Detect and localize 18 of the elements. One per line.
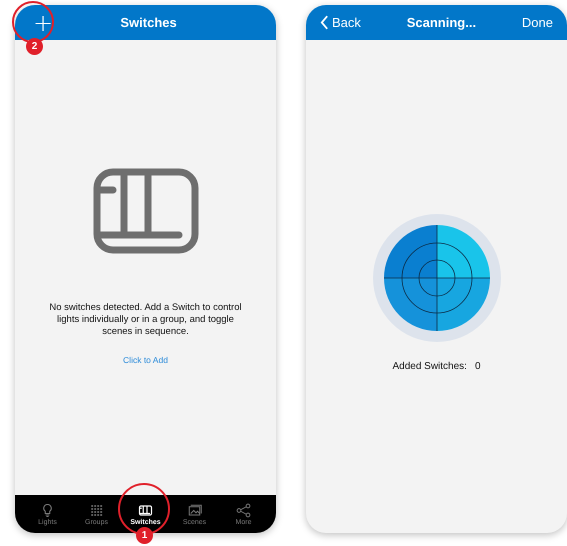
add-button[interactable]: + xyxy=(29,10,58,34)
step-badge: 2 xyxy=(26,38,43,55)
added-switches-count: 0 xyxy=(474,361,481,372)
step-badge: 1 xyxy=(136,527,153,544)
empty-message: No switches detected. Add a Switch to control lights individually or in a group, and toggle scenes in sequence. xyxy=(48,302,243,338)
switch-icon xyxy=(92,168,198,254)
click-to-add-link[interactable]: Click to Add xyxy=(123,355,168,365)
lightbulb-icon xyxy=(40,502,55,518)
share-icon xyxy=(236,502,251,518)
screen-title: Switches xyxy=(120,15,177,30)
switch-icon xyxy=(138,502,153,518)
screen-title: Scanning... xyxy=(406,15,476,30)
grid-icon xyxy=(89,502,104,518)
added-switches-label: Added Switches: xyxy=(392,361,467,372)
back-button[interactable]: Back xyxy=(320,15,361,30)
chevron-left-icon xyxy=(320,15,329,30)
done-button[interactable]: Done xyxy=(522,15,553,30)
picture-frame-icon xyxy=(187,502,202,518)
